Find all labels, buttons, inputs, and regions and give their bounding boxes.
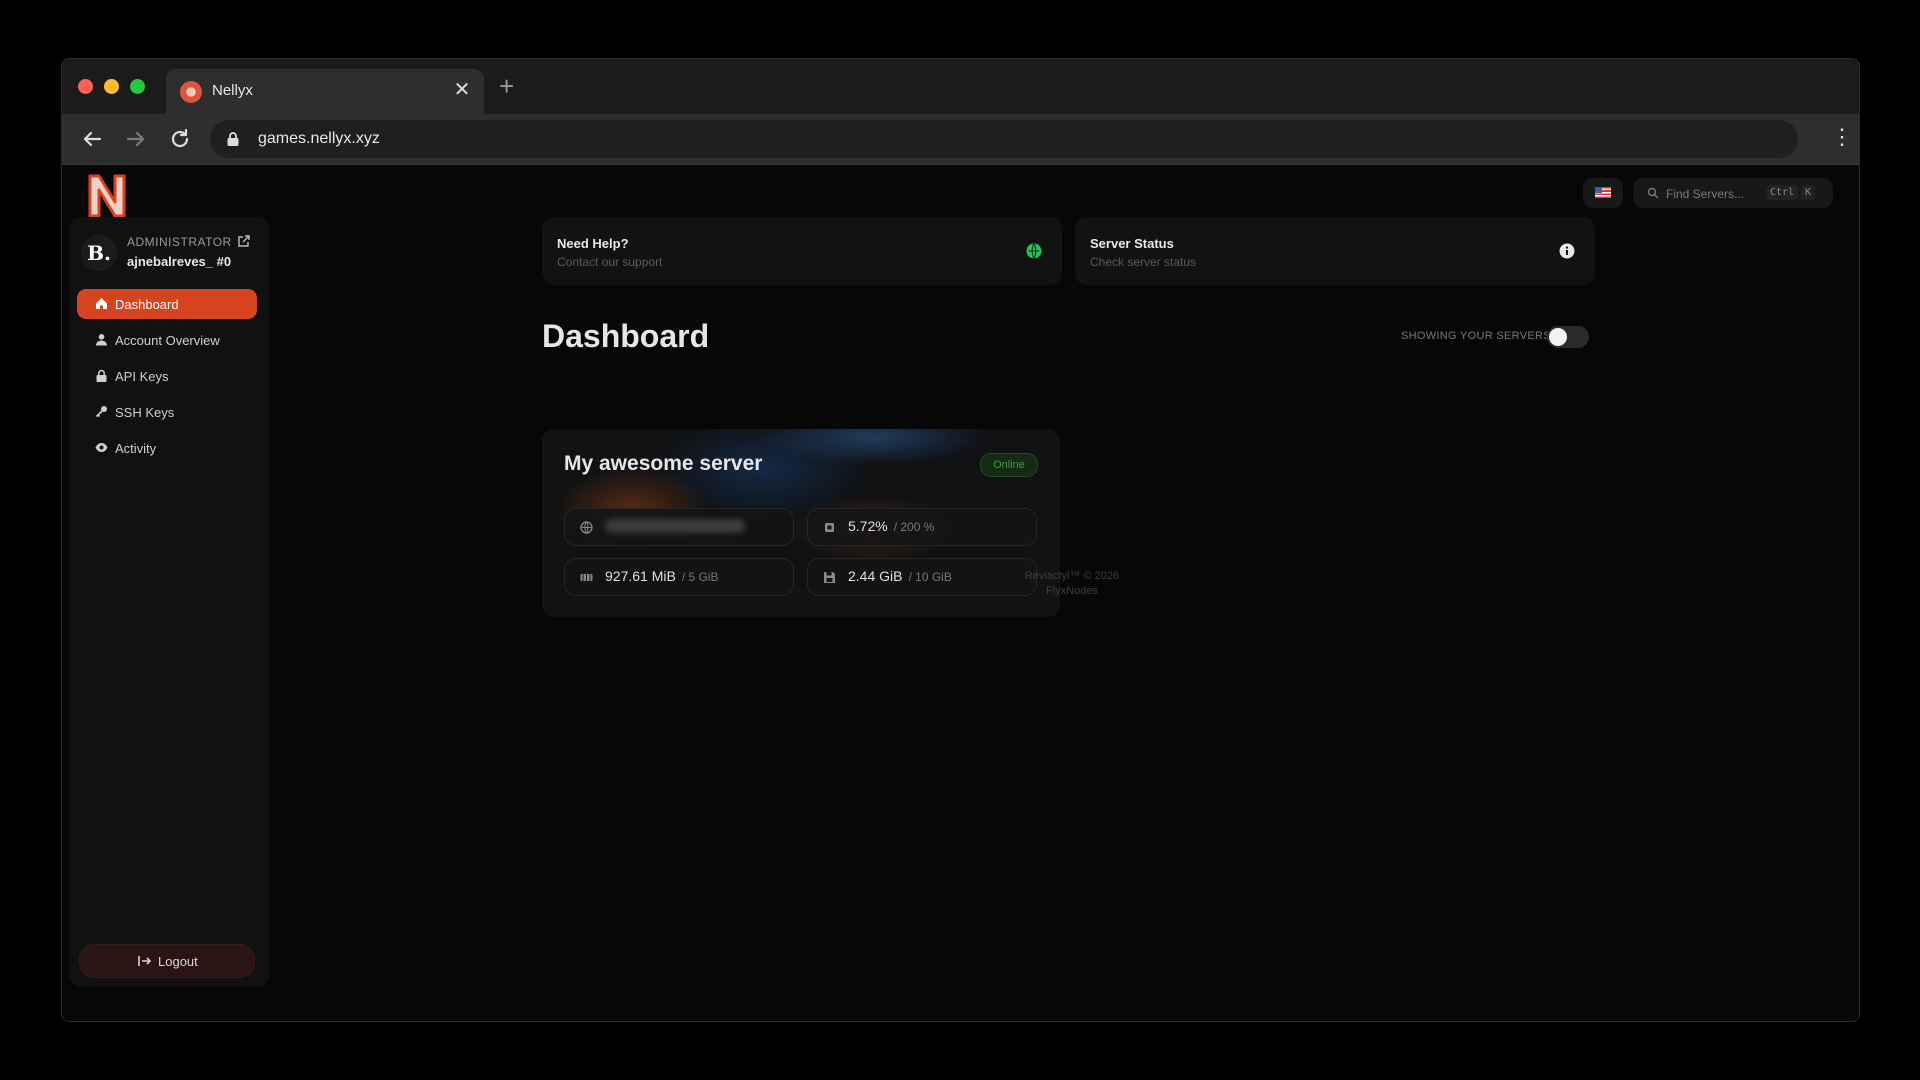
disk-max: / 10 GiB [908,570,952,584]
tab-close-icon[interactable]: ✕ [450,78,474,102]
server-status-card[interactable]: Server Status Check server status [1075,217,1595,285]
tab-strip: Nellyx ✕ + [62,59,1859,114]
logout-label: Logout [158,954,198,969]
browser-tab[interactable]: Nellyx ✕ [166,69,484,114]
show-servers-toggle[interactable] [1547,326,1589,348]
app-page: Find Servers... Ctrl K B. ADMINISTRATOR … [62,165,1859,1021]
browser-window: Nellyx ✕ + games.nellyx.xyz ⋮ Find Serve [61,58,1860,1022]
need-help-card[interactable]: Need Help? Contact our support [542,217,1062,285]
sidebar-item-label: Account Overview [115,333,220,348]
lock-icon [96,369,107,382]
user-panel: B. ADMINISTRATOR ajnebalreves_ #0 [81,235,259,275]
url-text: games.nellyx.xyz [258,130,380,147]
more-menu-icon[interactable]: ⋮ [1831,126,1853,152]
username: ajnebalreves_ #0 [127,254,232,269]
need-help-title: Need Help? [557,236,629,251]
search-servers-input[interactable]: Find Servers... Ctrl K [1633,178,1833,208]
logout-icon [138,956,151,966]
tab-title: Nellyx [212,82,253,99]
us-flag-icon [1595,187,1611,198]
language-button[interactable] [1583,178,1623,208]
save-icon [824,572,835,583]
cpu-value: 5.72% [848,518,888,534]
status-badge: Online [980,453,1038,477]
sidebar-item-label: API Keys [115,369,169,384]
sidebar-nav: Dashboard Account Overview API Keys SSH … [77,289,257,469]
cpu-stat: 5.72% / 200 % [807,508,1037,546]
close-window-button[interactable] [78,79,93,94]
support-globe-icon [1026,243,1042,259]
user-icon [96,334,107,346]
sidebar-item-label: Activity [115,441,157,456]
sidebar-item-dashboard[interactable]: Dashboard [77,289,257,319]
logout-button[interactable]: Logout [79,944,255,978]
eye-icon [95,443,108,452]
sidebar-item-label: SSH Keys [115,405,175,420]
sidebar-item-label: Dashboard [115,297,179,312]
page-title: Dashboard [542,318,710,354]
server-name: My awesome server [564,452,763,475]
shortcut-k-key: K [1801,185,1816,200]
browser-toolbar: games.nellyx.xyz ⋮ [62,114,1859,165]
home-icon [96,298,107,309]
memory-value: 927.61 MiB [605,568,676,584]
footer-host: FlyxNodes [1046,585,1098,597]
cpu-icon [825,523,834,532]
new-tab-icon[interactable]: + [499,73,514,99]
back-arrow-icon[interactable] [78,125,106,153]
favicon-icon [180,81,202,103]
avatar[interactable]: B. [81,235,117,271]
shortcut-ctrl-key: Ctrl [1766,185,1799,200]
minimize-window-button[interactable] [104,79,119,94]
server-address-redacted [605,519,745,533]
external-link-icon[interactable] [237,235,250,248]
maximize-window-button[interactable] [130,79,145,94]
toggle-knob [1549,328,1567,346]
need-help-subtitle: Contact our support [557,255,663,269]
info-icon [1559,243,1575,259]
address-bar[interactable]: games.nellyx.xyz [210,120,1798,158]
sidebar-item-api-keys[interactable]: API Keys [77,361,257,391]
key-icon [95,406,107,418]
server-status-subtitle: Check server status [1090,255,1197,269]
search-icon [1647,187,1659,199]
sidebar: B. ADMINISTRATOR ajnebalreves_ #0 Dashbo… [69,217,269,987]
memory-max: / 5 GiB [681,570,719,584]
memory-stat: 927.61 MiB / 5 GiB [564,558,794,596]
globe-icon [580,521,593,534]
sidebar-item-ssh-keys[interactable]: SSH Keys [77,397,257,427]
lock-icon [227,132,239,146]
search-placeholder: Find Servers... [1666,187,1745,201]
server-status-title: Server Status [1090,236,1174,251]
user-role: ADMINISTRATOR [127,235,232,249]
forward-arrow-icon[interactable] [122,125,150,153]
footer-copyright: Reviactyl™ © 2026 [1024,570,1120,582]
disk-value: 2.44 GiB [848,568,903,584]
logo-icon[interactable] [87,174,127,218]
server-address-stat [564,508,794,546]
toggle-label: SHOWING YOUR SERVERS [1401,330,1551,342]
reload-icon[interactable] [166,125,194,153]
sidebar-item-activity[interactable]: Activity [77,433,257,463]
footer: Reviactyl™ © 2026 FlyxNodes [962,569,1182,599]
memory-icon [580,574,593,581]
sidebar-item-account-overview[interactable]: Account Overview [77,325,257,355]
window-controls [78,79,145,94]
cpu-max: / 200 % [893,520,935,534]
